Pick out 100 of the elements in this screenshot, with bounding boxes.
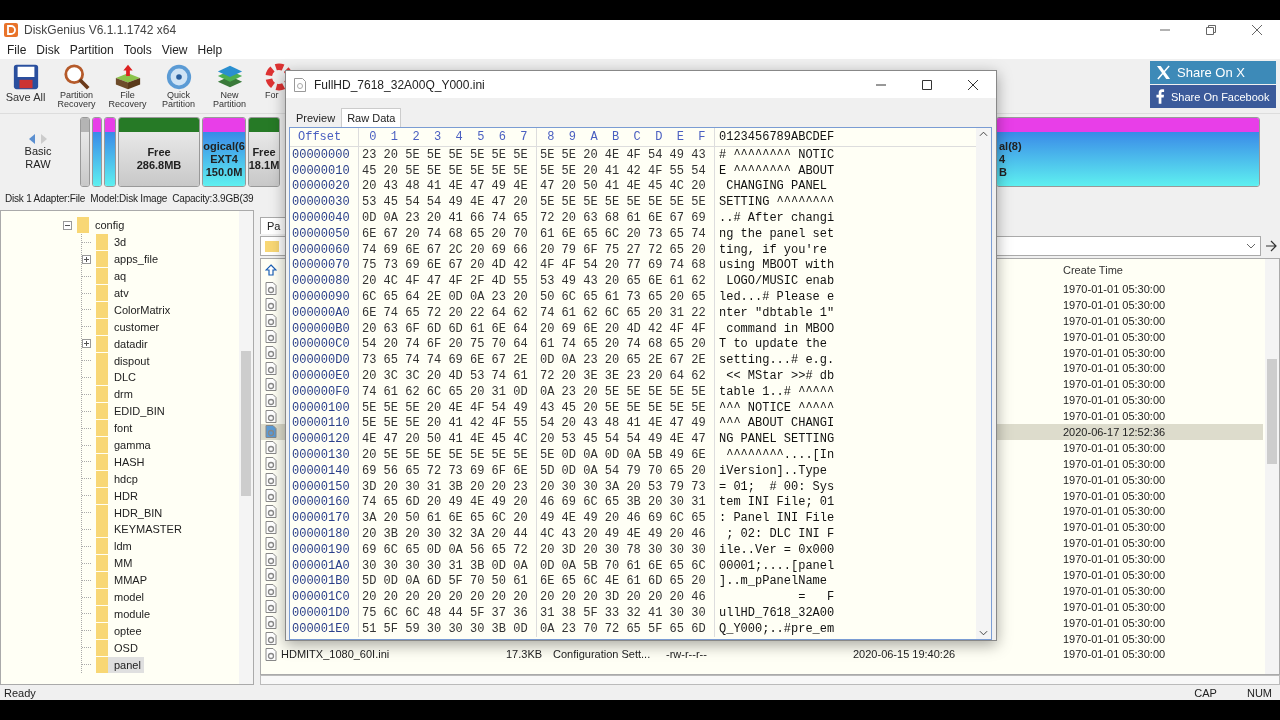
ascii-text: Q_Y000;..#pre_em (719, 621, 835, 636)
hex-bytes: 69 56 65 72 73 69 6F 6E (362, 463, 528, 478)
hex-bytes: 20 79 6F 75 27 72 65 20 (540, 242, 706, 257)
column-header: 9 (567, 130, 577, 144)
hex-bytes: 20 3C 3C 20 4D 53 74 61 (362, 369, 528, 384)
ascii-text: = 01; # 00: Sys (719, 479, 835, 494)
ascii-text: E ^^^^^^^^ ABOUT (719, 163, 835, 178)
hex-bytes: 20 5E 5E 5E 5E 5E 5E 5E (362, 448, 528, 463)
table-cell: 1970-01-01 05:30:00 (1063, 410, 1166, 423)
column-header: 2 (411, 130, 421, 144)
table-cell: 1970-01-01 05:30:00 (1063, 600, 1166, 613)
hex-bytes: 72 20 63 68 61 6E 67 69 (540, 211, 706, 226)
hex-bytes: 50 6C 65 61 73 65 20 65 (540, 290, 706, 305)
hex-bytes: 23 20 5E 5E 5E 5E 5E 5E (362, 147, 528, 162)
column-header: Offset (290, 128, 359, 146)
table-cell: 1970-01-01 05:30:00 (1063, 314, 1166, 327)
ascii-text: ^^^ NOTICE ^^^^^ (719, 400, 835, 415)
status-text: Ready (4, 686, 36, 699)
offset-cell: 00000040 (292, 211, 350, 226)
hex-bytes: 74 61 62 6C 65 20 31 22 (540, 305, 706, 320)
column-header: B (610, 130, 621, 144)
ascii-text: LOGO/MUSIC enab (725, 274, 835, 289)
ascii-text: ..# After changi (719, 211, 835, 226)
table-cell: 17.3KB (506, 648, 543, 661)
hex-bytes: 74 65 6D 20 49 4E 49 20 (362, 495, 528, 510)
table-cell: 1970-01-01 05:30:00 (1063, 362, 1166, 375)
offset-cell: 000000A0 (292, 305, 350, 320)
hex-bytes: 20 20 20 20 20 20 20 20 (362, 590, 528, 605)
offset-cell: 00000190 (292, 542, 350, 557)
hex-bytes: 51 5F 59 30 30 30 3B 0D (362, 621, 528, 636)
hex-bytes: 53 49 43 20 65 6E 61 62 (540, 274, 706, 289)
hex-bytes: 6E 65 6C 4E 61 6D 65 20 (540, 574, 706, 589)
offset-cell: 00000090 (292, 290, 350, 305)
hex-bytes: 6E 74 65 72 20 22 64 62 (362, 305, 528, 320)
table-cell: 1970-01-01 05:30:00 (1063, 505, 1166, 518)
hex-bytes: 46 69 6C 65 3B 20 30 31 (540, 495, 706, 510)
hex-bytes: 6C 65 64 2E 0D 0A 23 20 (362, 290, 528, 305)
offset-cell: 00000140 (292, 463, 350, 478)
hex-bytes: 5E 5E 20 41 42 4F 55 54 (540, 163, 706, 178)
offset-cell: 00000050 (292, 226, 350, 241)
offset-cell: 00000020 (292, 179, 350, 194)
ascii-text: CHANGING PANEL (725, 179, 829, 194)
ascii-text: setting...# e.g. (719, 353, 835, 368)
hex-bytes: 54 20 43 48 41 4E 47 49 (540, 416, 706, 431)
hex-bytes: 20 3D 20 30 78 30 30 30 (540, 542, 706, 557)
hex-bytes: 6E 67 20 74 68 65 20 70 (362, 226, 528, 241)
table-cell: 1970-01-01 05:30:00 (1063, 473, 1166, 486)
table-cell: 1970-01-01 05:30:00 (1063, 489, 1166, 502)
ascii-text: command in MBOO (725, 321, 835, 336)
offset-cell: 00000100 (292, 400, 350, 415)
partition-label: 286.8MB (136, 159, 182, 172)
column-header: F (697, 130, 707, 144)
hex-bytes: 20 63 6F 6D 6D 61 6E 64 (362, 321, 528, 336)
column-header: A (589, 130, 599, 144)
table-cell: 1970-01-01 05:30:00 (1063, 584, 1166, 597)
key-indicator: CAP (1193, 686, 1218, 699)
offset-cell: 00000080 (292, 274, 350, 289)
offset-cell: 00000070 (292, 258, 350, 273)
offset-cell: 000000F0 (292, 384, 350, 399)
window-title: DiskGenius V6.1.1.1742 x64 (24, 23, 177, 37)
ascii-text: << MStar >># db (725, 369, 835, 384)
ascii-text: table 1..# ^^^^^ (719, 384, 835, 399)
ascii-text: SETTING ^^^^^^^^ (719, 195, 835, 210)
hex-bytes: 20 20 20 3D 20 20 20 46 (540, 590, 706, 605)
hex-bytes: 74 69 6E 67 2C 20 69 66 (362, 242, 528, 257)
ascii-text: 00001;....[panel (719, 558, 835, 573)
hex-bytes: 5E 5E 5E 5E 5E 5E 5E 5E (540, 195, 706, 210)
ascii-text: tem INI File; 01 (719, 495, 835, 510)
partition-label: 4 (999, 152, 1006, 166)
offset-cell: 00000010 (292, 163, 350, 178)
hex-bytes: 69 6C 65 0D 0A 56 65 72 (362, 542, 528, 557)
offset-cell: 00000030 (292, 195, 350, 210)
hex-bytes: 72 20 3E 3E 23 20 64 62 (540, 369, 706, 384)
hex-bytes: 3D 20 30 31 3B 20 20 23 (362, 479, 528, 494)
hex-bytes: 74 61 62 6C 65 20 31 0D (362, 384, 528, 399)
table-cell: 1970-01-01 05:30:00 (1063, 457, 1166, 470)
table-cell: HDMITX_1080_60I.ini (281, 648, 390, 661)
hex-bytes: 0D 0A 23 20 65 2E 67 2E (540, 353, 706, 368)
offset-cell: 00000160 (292, 495, 350, 510)
hex-bytes: 20 4C 4F 47 4F 2F 4D 55 (362, 274, 528, 289)
hex-bytes: 61 74 65 20 74 68 65 20 (540, 337, 706, 352)
table-cell: 1970-01-01 05:30:00 (1063, 553, 1166, 566)
hex-bytes: 4C 43 20 49 4E 49 20 46 (540, 527, 706, 541)
hex-bytes: 20 69 6E 20 4D 42 4F 4F (540, 321, 706, 336)
table-cell: -rw-r--r-- (666, 648, 707, 661)
table-cell: 1970-01-01 05:30:00 (1063, 441, 1166, 454)
dialog-title: FullHD_7618_32A00Q_Y000.ini (314, 77, 485, 92)
column-header: E (675, 130, 685, 144)
table-cell: 1970-01-01 05:30:00 (1063, 648, 1166, 661)
table-cell: 1970-01-01 05:30:00 (1063, 394, 1166, 407)
partition-label: ogical(6 (203, 139, 245, 153)
offset-cell: 000001D0 (292, 606, 350, 620)
partition-label: al(8) (999, 139, 1022, 153)
hex-bytes: 30 30 30 30 31 3B 0D 0A (362, 558, 528, 573)
hex-bytes: 4F 4F 54 20 77 69 74 68 (540, 258, 706, 273)
column-header: 8 (546, 130, 556, 144)
hex-bytes: 75 73 69 6E 67 20 4D 42 (362, 258, 528, 273)
table-cell: 1970-01-01 05:30:00 (1063, 632, 1166, 645)
partition-label: 18.1M (249, 159, 279, 172)
offset-cell: 000000D0 (292, 353, 350, 368)
